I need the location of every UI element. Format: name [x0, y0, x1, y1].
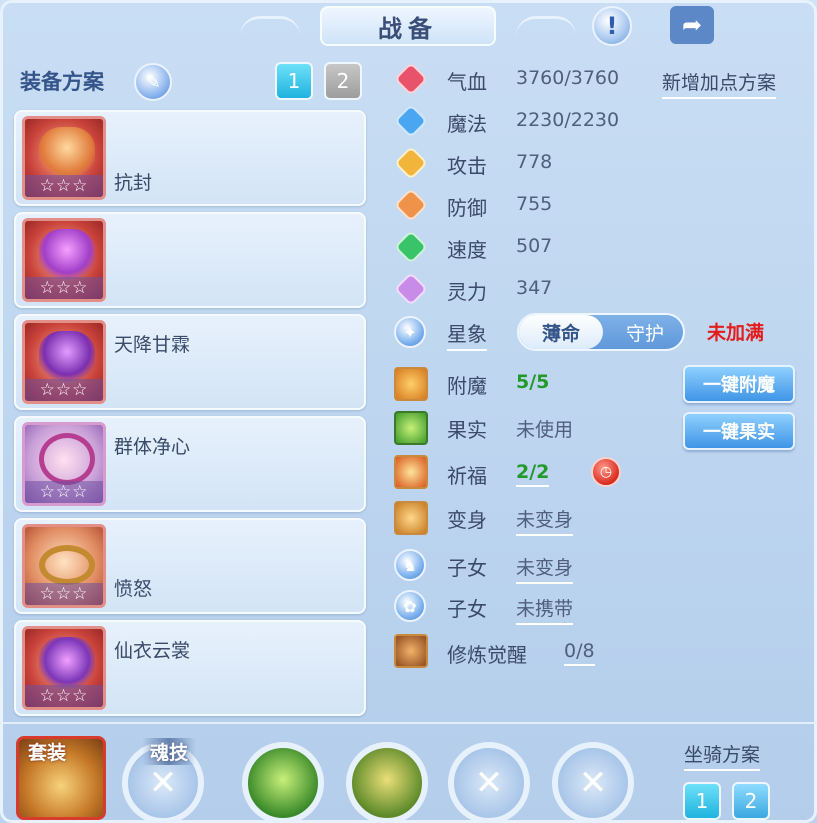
child-transform-value[interactable]: 未变身	[516, 553, 574, 584]
soul-skill-dragon-icon[interactable]	[346, 742, 428, 823]
fruit-icon	[394, 411, 428, 445]
star-rating: ☆☆☆	[25, 583, 103, 605]
soul-skill-label: 魂技	[142, 738, 197, 765]
star-rating: ☆☆☆	[25, 685, 103, 707]
bow-equipment-icon: ☆☆☆	[22, 116, 106, 200]
fruit-value: 未使用	[516, 419, 574, 441]
cultivation-label: 修炼觉醒	[447, 643, 527, 667]
slot-effect-label: 仙衣云裳	[114, 640, 191, 662]
stat-spirit-label: 灵力	[447, 280, 487, 304]
star-sign-toggle[interactable]: 薄命 守护	[517, 313, 685, 351]
transform-label: 变身	[447, 508, 487, 532]
equipment-slot-weapon[interactable]: ☆☆☆ 抗封	[14, 110, 366, 206]
slot-effect-label: 愤怒	[114, 578, 153, 600]
belt-equipment-icon: ☆☆☆	[22, 524, 106, 608]
equipment-slot-helmet[interactable]: ☆☆☆	[14, 212, 366, 308]
clock-icon[interactable]: ◷	[591, 457, 621, 487]
blessing-icon	[394, 455, 428, 489]
window-title: 战备	[320, 6, 496, 46]
star-rating: ☆☆☆	[25, 481, 103, 503]
equipment-slot-boots[interactable]: ☆☆☆ 仙衣云裳	[14, 620, 366, 716]
bottom-divider	[0, 722, 817, 724]
fruit-all-button[interactable]: 一键果实	[683, 412, 795, 450]
equipment-plan-title: 装备方案	[20, 70, 104, 94]
transform-value[interactable]: 未变身	[516, 505, 574, 536]
soul-skill-nature-icon[interactable]	[242, 742, 324, 823]
child-icon: ♞	[394, 549, 426, 581]
share-icon[interactable]: ➦	[670, 6, 714, 44]
stat-attack-label: 攻击	[447, 154, 487, 178]
equipment-slot-belt[interactable]: ☆☆☆ 愤怒	[14, 518, 366, 614]
star-rating: ☆☆☆	[25, 379, 103, 401]
slot-effect-label: 群体净心	[114, 436, 191, 458]
star-rating: ☆☆☆	[25, 175, 103, 197]
stat-hp-label: 气血	[447, 70, 487, 94]
empty-slot-icon: ✕	[578, 763, 608, 803]
new-point-plan-link[interactable]: 新增加点方案	[662, 68, 777, 99]
title-ornament-left	[240, 16, 300, 36]
stat-speed-value: 507	[516, 235, 553, 257]
cultivation-icon	[394, 634, 428, 668]
star-rating: ☆☆☆	[25, 277, 103, 299]
stat-defense-value: 755	[516, 193, 553, 215]
slot-effect-label: 抗封	[114, 172, 153, 194]
mount-page-2-button[interactable]: 2	[732, 782, 770, 820]
suit-label: 套装	[28, 742, 67, 764]
star-sign-option-other[interactable]: 守护	[603, 315, 687, 349]
stat-mp-value: 2230/2230	[516, 109, 620, 131]
equipment-slot-armor[interactable]: ☆☆☆ 天降甘霖	[14, 314, 366, 410]
blessing-label: 祈福	[447, 464, 487, 488]
enchant-value: 5/5	[516, 371, 550, 393]
equipment-page-1-button[interactable]: 1	[275, 62, 313, 100]
enchant-label: 附魔	[447, 374, 487, 398]
soul-skill-slot-empty[interactable]: ✕	[448, 742, 530, 823]
star-sign-icon: ✦	[394, 316, 426, 348]
mount-page-1-button[interactable]: 1	[683, 782, 721, 820]
enchant-icon	[394, 367, 428, 401]
child-label: 子女	[447, 556, 487, 580]
stat-speed-label: 速度	[447, 238, 487, 262]
stat-hp-value: 3760/3760	[516, 67, 620, 89]
transform-icon	[394, 501, 428, 535]
pencil-icon: ✎	[145, 71, 161, 93]
star-sign-option-selected[interactable]: 薄命	[519, 315, 603, 349]
necklace-equipment-icon: ☆☆☆	[22, 422, 106, 506]
stat-spirit-value: 347	[516, 277, 553, 299]
stat-defense-label: 防御	[447, 196, 487, 220]
helmet-equipment-icon: ☆☆☆	[22, 218, 106, 302]
star-sign-status: 未加满	[707, 322, 765, 344]
cultivation-value[interactable]: 0/8	[564, 640, 595, 666]
empty-slot-icon: ✕	[148, 763, 178, 803]
stat-attack-value: 778	[516, 151, 553, 173]
armor-equipment-icon: ☆☆☆	[22, 320, 106, 404]
empty-slot-icon: ✕	[474, 763, 504, 803]
equipment-page-2-button[interactable]: 2	[324, 62, 362, 100]
edit-plan-button[interactable]: ✎	[134, 63, 172, 101]
stat-mp-label: 魔法	[447, 112, 487, 136]
blessing-value: 2/2	[516, 461, 550, 487]
info-icon[interactable]: !	[592, 6, 632, 46]
boots-equipment-icon: ☆☆☆	[22, 626, 106, 710]
equipment-slot-necklace[interactable]: ☆☆☆ 群体净心	[14, 416, 366, 512]
fruit-label: 果实	[447, 418, 487, 442]
child-carry-value[interactable]: 未携带	[516, 594, 574, 625]
child-carry-label: 子女	[447, 597, 487, 621]
paw-icon: ✿	[394, 590, 426, 622]
mount-plan-title: 坐骑方案	[684, 740, 761, 771]
soul-skill-slot-empty[interactable]: ✕	[552, 742, 634, 823]
enchant-all-button[interactable]: 一键附魔	[683, 365, 795, 403]
star-sign-label: 星象	[447, 318, 487, 351]
title-ornament-right	[516, 16, 576, 36]
slot-effect-label: 天降甘霖	[114, 334, 191, 356]
